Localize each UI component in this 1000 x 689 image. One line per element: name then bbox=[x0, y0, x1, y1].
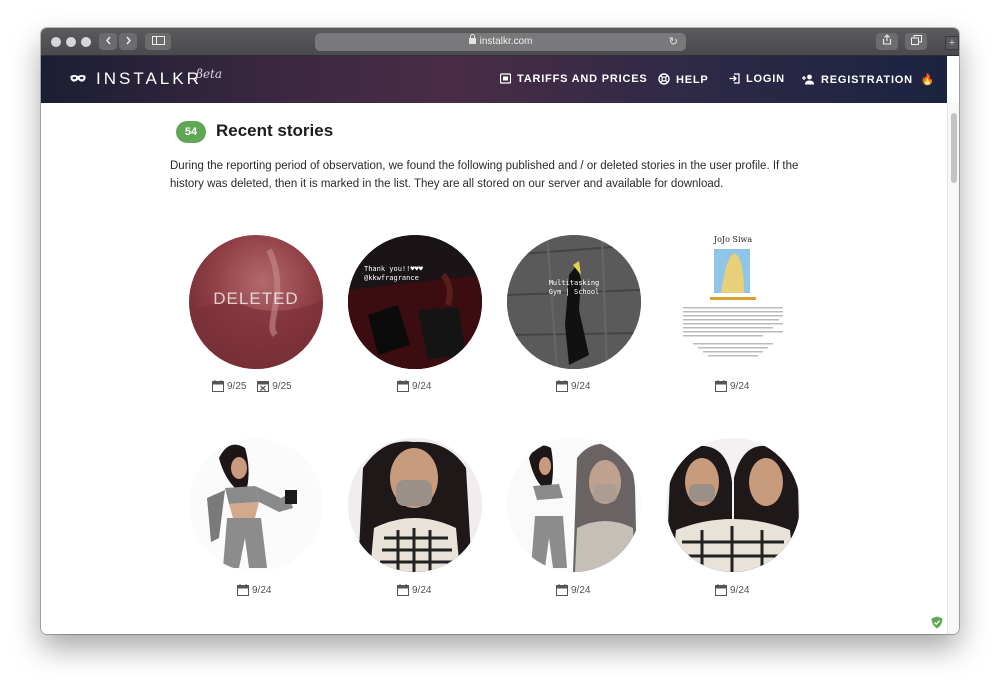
story-thumbnail[interactable] bbox=[666, 438, 800, 572]
story-thumbnail[interactable]: JoJo Siwa bbox=[666, 235, 800, 369]
mask-logo-icon bbox=[70, 75, 86, 82]
address-bar[interactable]: instalkr.com ↻ bbox=[315, 33, 686, 51]
reload-icon[interactable]: ↻ bbox=[669, 33, 678, 51]
share-button[interactable] bbox=[876, 33, 898, 50]
calendar-icon bbox=[556, 584, 568, 596]
sidebar-icon bbox=[151, 36, 165, 45]
nav-registration-label: REGISTRATION bbox=[821, 74, 913, 86]
story-thumbnail[interactable]: Thank you!!♥♥♥ @kkwfragrance bbox=[348, 235, 482, 369]
login-icon bbox=[729, 73, 740, 84]
calendar-icon bbox=[715, 584, 727, 596]
story-image bbox=[683, 249, 783, 357]
story-date: 9/24 bbox=[730, 585, 750, 596]
browser-toolbar: instalkr.com ↻ + bbox=[41, 28, 959, 56]
site-logo[interactable]: INSTALKR bbox=[96, 69, 202, 89]
minimize-window-button[interactable] bbox=[66, 37, 76, 47]
calendar-icon bbox=[237, 584, 249, 596]
calendar-deleted-icon bbox=[257, 381, 270, 392]
beta-label: βeta bbox=[196, 67, 223, 81]
forward-button[interactable] bbox=[119, 33, 137, 50]
story-thumbnail[interactable]: DELETED bbox=[189, 235, 323, 369]
lock-icon bbox=[468, 34, 476, 44]
calendar-icon bbox=[715, 380, 727, 392]
story-thumbnail[interactable] bbox=[507, 438, 641, 572]
nav-help[interactable]: HELP bbox=[658, 73, 709, 86]
nav-help-label: HELP bbox=[676, 74, 709, 86]
section-title: Recent stories bbox=[216, 121, 334, 140]
story-date: 9/24 bbox=[252, 585, 272, 596]
deleted-overlay-label: DELETED bbox=[213, 289, 299, 308]
new-tab-button[interactable]: + bbox=[945, 36, 959, 50]
share-icon bbox=[882, 34, 892, 45]
chevron-right-icon bbox=[125, 36, 131, 45]
zoom-window-button[interactable] bbox=[81, 37, 91, 47]
price-tag-icon bbox=[500, 73, 511, 84]
address-text: instalkr.com bbox=[479, 36, 533, 47]
scrollbar-thumb[interactable] bbox=[951, 113, 957, 183]
story-image bbox=[189, 438, 323, 572]
story-image bbox=[348, 438, 482, 572]
nav-login[interactable]: LOGIN bbox=[729, 73, 785, 85]
story-caption: 9/24 bbox=[556, 584, 590, 600]
sidebar-toggle-button[interactable] bbox=[145, 33, 171, 50]
story-image bbox=[507, 235, 641, 369]
close-window-button[interactable] bbox=[51, 37, 61, 47]
scrollbar[interactable] bbox=[947, 103, 959, 634]
stories-count-badge: 54 bbox=[176, 121, 206, 143]
chevron-left-icon bbox=[105, 36, 111, 45]
nav-tariffs-label: TARIFFS AND PRICES bbox=[517, 73, 648, 85]
story-overlay-text: Thank you!!♥♥♥ @kkwfragrance bbox=[364, 265, 424, 282]
fire-icon: 🔥 bbox=[920, 74, 936, 86]
story-date: 9/24 bbox=[571, 381, 591, 392]
shield-icon[interactable] bbox=[931, 616, 943, 629]
story-caption: 9/24 bbox=[397, 584, 431, 600]
story-image bbox=[507, 438, 641, 572]
story-thumbnail[interactable] bbox=[348, 438, 482, 572]
add-user-icon bbox=[802, 74, 814, 85]
story-date: 9/24 bbox=[412, 585, 432, 596]
site-header: INSTALKR βeta TARIFFS AND PRICES HELP LO… bbox=[41, 56, 947, 103]
tabs-icon bbox=[910, 35, 922, 45]
story-caption: 9/25 9/25 bbox=[212, 380, 292, 396]
story-caption: 9/24 bbox=[397, 380, 431, 396]
story-image bbox=[348, 235, 482, 369]
page-content: 54 Recent stories During the reporting p… bbox=[41, 103, 947, 634]
nav-registration[interactable]: REGISTRATION 🔥 bbox=[802, 73, 935, 86]
calendar-icon bbox=[397, 584, 409, 596]
nav-login-label: LOGIN bbox=[746, 73, 785, 85]
story-thumbnail[interactable] bbox=[189, 438, 323, 572]
story-caption: 9/24 bbox=[715, 380, 749, 396]
calendar-icon bbox=[556, 380, 568, 392]
story-date: 9/25 bbox=[227, 381, 247, 392]
story-date: 9/24 bbox=[730, 381, 750, 392]
nav-tariffs[interactable]: TARIFFS AND PRICES bbox=[500, 73, 648, 85]
story-date: 9/24 bbox=[412, 381, 432, 392]
tabs-overview-button[interactable] bbox=[905, 33, 927, 50]
story-overlay-text: Multitasking Gym | School bbox=[548, 279, 600, 296]
help-circle-icon bbox=[658, 73, 670, 85]
story-caption: 9/24 bbox=[556, 380, 590, 396]
story-thumbnail[interactable]: Multitasking Gym | School bbox=[507, 235, 641, 369]
back-button[interactable] bbox=[99, 33, 117, 50]
story-caption: 9/24 bbox=[715, 584, 749, 600]
story-caption: 9/24 bbox=[237, 584, 271, 600]
calendar-icon bbox=[212, 380, 224, 392]
browser-window: instalkr.com ↻ + INSTALKR βeta TARIFFS A… bbox=[41, 28, 959, 634]
story-image bbox=[666, 438, 800, 572]
story-deleted-date: 9/25 bbox=[272, 381, 292, 392]
section-description: During the reporting period of observati… bbox=[170, 160, 799, 190]
story-date: 9/24 bbox=[571, 585, 591, 596]
calendar-icon bbox=[397, 380, 409, 392]
